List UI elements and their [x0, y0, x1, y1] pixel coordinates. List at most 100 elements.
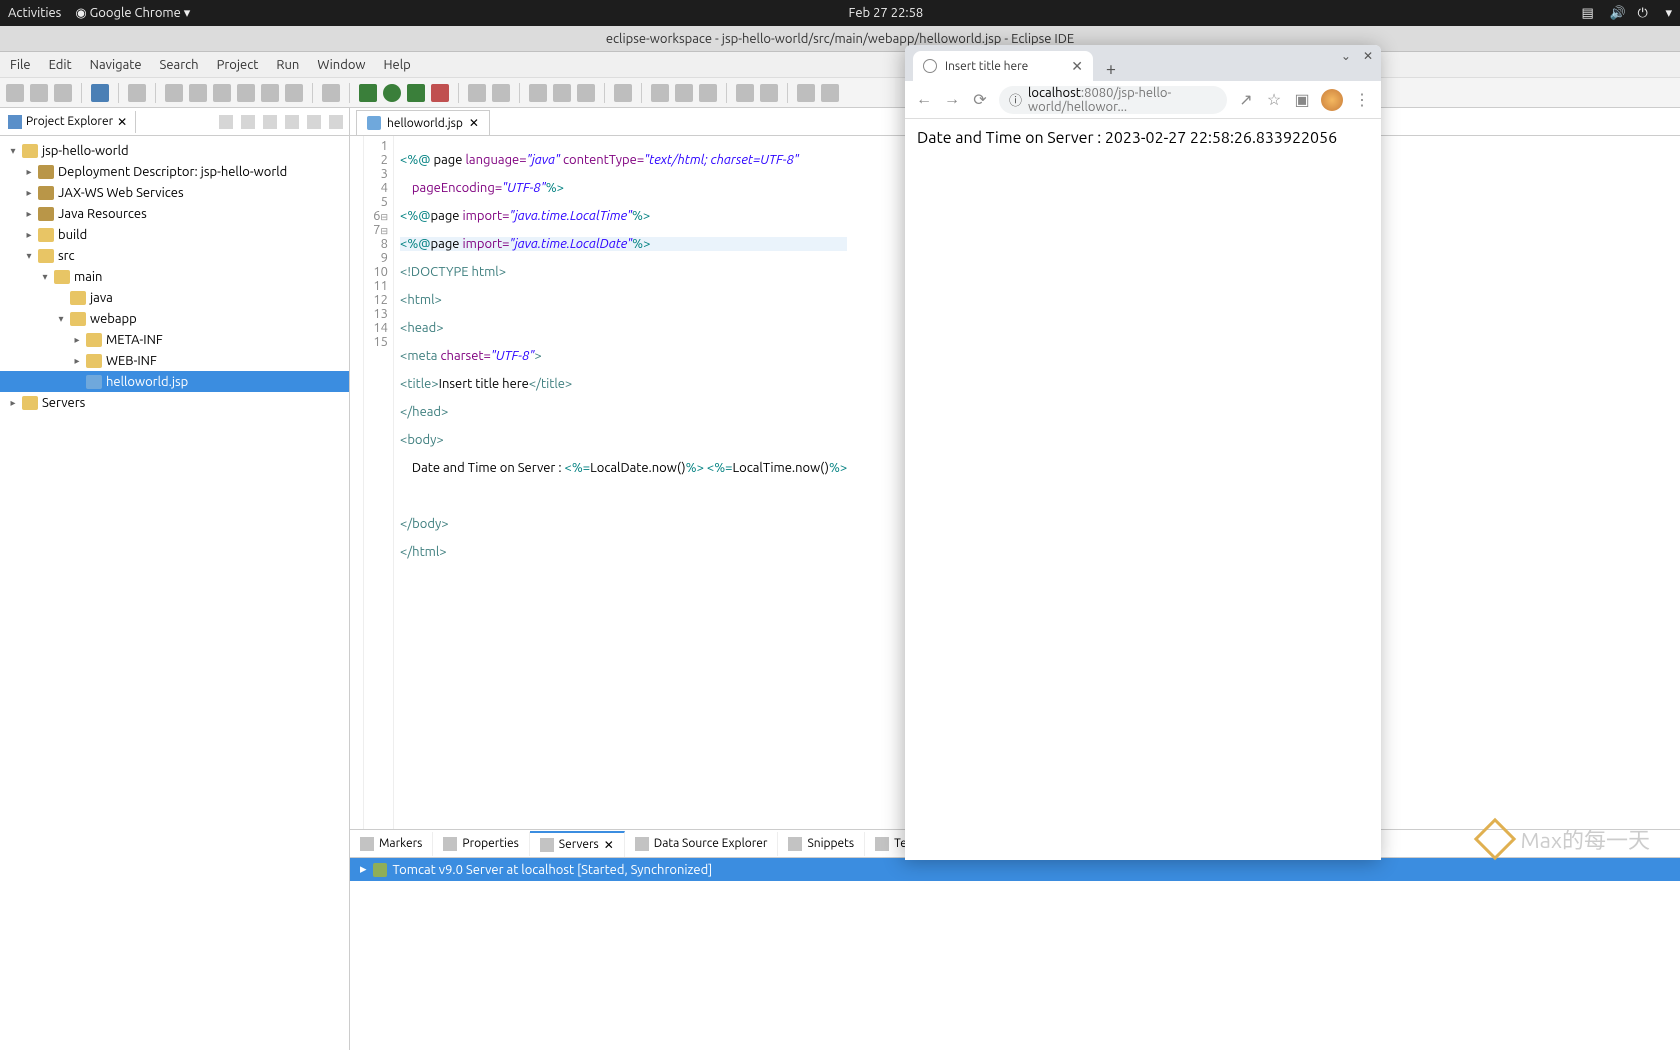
- tab-snippets[interactable]: Snippets: [778, 832, 865, 856]
- collapse-icon[interactable]: [219, 115, 233, 129]
- newclass-icon[interactable]: [553, 84, 571, 102]
- tree-webapp[interactable]: ▾webapp: [0, 308, 349, 329]
- close-icon[interactable]: ✕: [604, 838, 614, 852]
- chevron-down-icon[interactable]: ⌄: [1341, 49, 1351, 63]
- servers-icon: [540, 838, 554, 852]
- stop-icon[interactable]: [213, 84, 231, 102]
- tree-main[interactable]: ▾main: [0, 266, 349, 287]
- redo-icon[interactable]: [821, 84, 839, 102]
- bookmark-icon[interactable]: ☆: [1265, 91, 1283, 109]
- share-icon[interactable]: ↗: [1237, 91, 1255, 109]
- coverage-icon[interactable]: [407, 84, 425, 102]
- tab-datasource[interactable]: Data Source Explorer: [625, 832, 779, 856]
- menu-search[interactable]: Search: [160, 58, 199, 72]
- misc2-icon[interactable]: [699, 84, 717, 102]
- stepover-icon[interactable]: [261, 84, 279, 102]
- debug-skip-icon[interactable]: [128, 84, 146, 102]
- properties-icon: [443, 837, 457, 851]
- tab-servers[interactable]: Servers ✕: [530, 831, 625, 857]
- profile-avatar[interactable]: [1321, 89, 1343, 111]
- gnome-top-bar: Activities ◉ Google Chrome ▾ Feb 27 22:5…: [0, 0, 1680, 26]
- build-icon[interactable]: [322, 84, 340, 102]
- code-content[interactable]: <%@ page language="java" contentType="te…: [394, 136, 853, 829]
- tree-helloworld-jsp[interactable]: helloworld.jsp: [0, 371, 349, 392]
- tree-java-resources[interactable]: ▸Java Resources: [0, 203, 349, 224]
- sidepanel-icon[interactable]: ▣: [1293, 91, 1311, 109]
- forward-button[interactable]: →: [943, 91, 961, 109]
- misc1-icon[interactable]: [675, 84, 693, 102]
- info-icon[interactable]: ⓘ: [1009, 90, 1022, 109]
- tree-src[interactable]: ▾src: [0, 245, 349, 266]
- tree-java[interactable]: java: [0, 287, 349, 308]
- tab-properties[interactable]: Properties: [433, 832, 529, 856]
- stepout-icon[interactable]: [285, 84, 303, 102]
- menu-window[interactable]: Window: [317, 58, 365, 72]
- tree-webinf[interactable]: ▸WEB-INF: [0, 350, 349, 371]
- explorer-icon: [8, 115, 22, 129]
- newserver-icon[interactable]: [468, 84, 486, 102]
- globe-icon[interactable]: [614, 84, 632, 102]
- menu-file[interactable]: File: [10, 58, 31, 72]
- wand-icon[interactable]: [577, 84, 595, 102]
- editor-tab-helloworld[interactable]: helloworld.jsp ✕: [356, 110, 490, 135]
- menu-icon[interactable]: ⋮: [1353, 91, 1371, 109]
- filter-icon[interactable]: [263, 115, 277, 129]
- tomcat-server-icon: [373, 863, 387, 877]
- run-icon[interactable]: [383, 84, 401, 102]
- save-icon[interactable]: [30, 84, 48, 102]
- runon-icon[interactable]: [431, 84, 449, 102]
- step-icon[interactable]: [237, 84, 255, 102]
- server-row-tomcat[interactable]: ▸ Tomcat v9.0 Server at localhost [Start…: [350, 858, 1680, 881]
- menu-edit[interactable]: Edit: [49, 58, 72, 72]
- power-icon[interactable]: ⏻: [1637, 6, 1651, 20]
- tree-servers[interactable]: ▸Servers: [0, 392, 349, 413]
- tree-deploy-desc[interactable]: ▸Deployment Descriptor: jsp-hello-world: [0, 161, 349, 182]
- viewmenu-icon[interactable]: [285, 115, 299, 129]
- project-tree[interactable]: ▾jsp-hello-world ▸Deployment Descriptor:…: [0, 136, 349, 1050]
- folder-icon: [22, 396, 38, 410]
- chrome-tab[interactable]: Insert title here ✕: [913, 51, 1093, 81]
- snippets-icon: [788, 837, 802, 851]
- tree-build[interactable]: ▸build: [0, 224, 349, 245]
- pause-icon[interactable]: [189, 84, 207, 102]
- back-icon[interactable]: [736, 84, 754, 102]
- url-bar[interactable]: ⓘ localhost:8080/jsp-hello-world/hellowo…: [999, 86, 1227, 114]
- tree-jaxws[interactable]: ▸JAX-WS Web Services: [0, 182, 349, 203]
- link-icon[interactable]: [241, 115, 255, 129]
- max-icon[interactable]: [329, 115, 343, 129]
- activities-button[interactable]: Activities: [8, 6, 61, 20]
- menu-navigate[interactable]: Navigate: [90, 58, 142, 72]
- close-icon[interactable]: ✕: [1071, 58, 1083, 75]
- menu-project[interactable]: Project: [217, 58, 259, 72]
- project-explorer-tab[interactable]: Project Explorer ✕: [0, 111, 136, 133]
- datasource-icon: [635, 837, 649, 851]
- tree-project[interactable]: ▾jsp-hello-world: [0, 140, 349, 161]
- toggle-icon[interactable]: [91, 84, 109, 102]
- volume-icon[interactable]: 🔊: [1609, 6, 1623, 20]
- app-menu[interactable]: ◉ Google Chrome ▾: [75, 6, 190, 21]
- system-menu-arrow[interactable]: ▾: [1665, 6, 1672, 21]
- reload-button[interactable]: ⟳: [971, 91, 989, 109]
- network-icon[interactable]: ▤: [1581, 6, 1595, 20]
- clock[interactable]: Feb 27 22:58: [190, 6, 1581, 20]
- min-icon[interactable]: [307, 115, 321, 129]
- close-icon[interactable]: ✕: [117, 115, 127, 129]
- new-tab-button[interactable]: +: [1099, 57, 1123, 81]
- folder-icon: [86, 354, 102, 368]
- new-icon[interactable]: [6, 84, 24, 102]
- undo-icon[interactable]: [797, 84, 815, 102]
- fwd-icon[interactable]: [760, 84, 778, 102]
- window-close-icon[interactable]: ✕: [1363, 49, 1373, 63]
- browser-icon[interactable]: [492, 84, 510, 102]
- menu-help[interactable]: Help: [384, 58, 411, 72]
- refresh-icon[interactable]: [651, 84, 669, 102]
- menu-run[interactable]: Run: [276, 58, 299, 72]
- tab-markers[interactable]: Markers: [350, 832, 433, 856]
- resume-icon[interactable]: [165, 84, 183, 102]
- newpkg-icon[interactable]: [529, 84, 547, 102]
- close-icon[interactable]: ✕: [469, 116, 479, 130]
- back-button[interactable]: ←: [915, 91, 933, 109]
- saveall-icon[interactable]: [54, 84, 72, 102]
- debug-run-icon[interactable]: [359, 84, 377, 102]
- tree-metainf[interactable]: ▸META-INF: [0, 329, 349, 350]
